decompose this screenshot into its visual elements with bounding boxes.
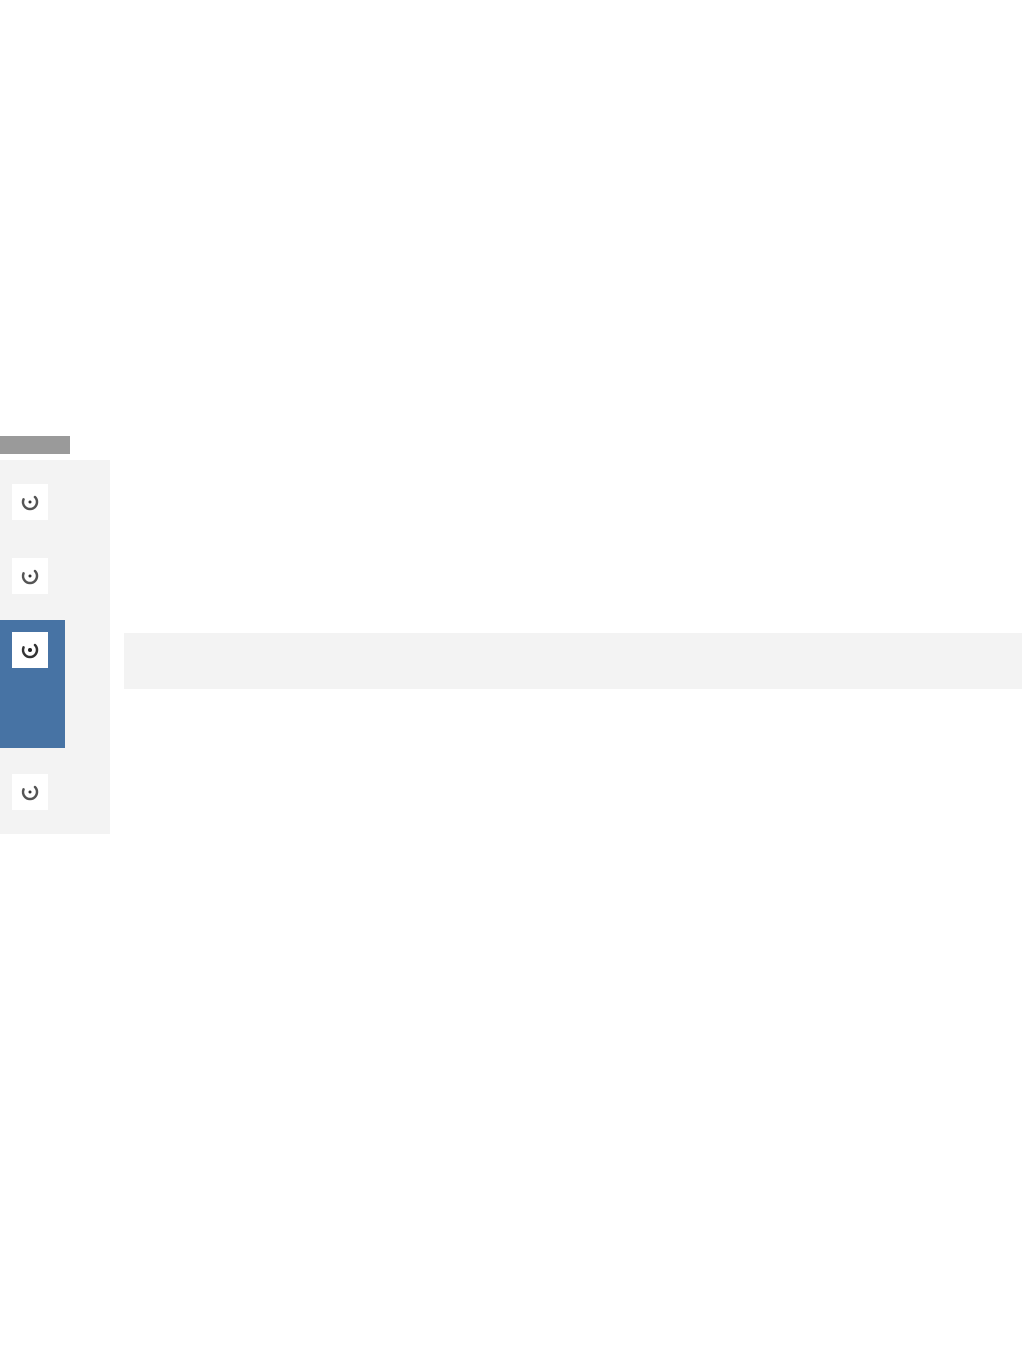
content-placeholder (124, 633, 1022, 689)
top-spacer (0, 0, 1022, 436)
loading-spinner-icon (20, 566, 40, 586)
loading-spinner-icon (20, 492, 40, 512)
icon-container (12, 484, 48, 520)
sidebar (0, 460, 110, 834)
sidebar-item-3-active[interactable] (0, 620, 65, 748)
loading-spinner-icon (20, 782, 40, 802)
loading-spinner-icon (20, 640, 40, 660)
sidebar-item-4[interactable] (0, 762, 110, 822)
icon-container (12, 632, 48, 668)
sidebar-item-1[interactable] (0, 472, 110, 532)
nav-bar-placeholder (0, 436, 70, 454)
icon-container (12, 558, 48, 594)
icon-container (12, 774, 48, 810)
sidebar-item-2[interactable] (0, 546, 110, 606)
